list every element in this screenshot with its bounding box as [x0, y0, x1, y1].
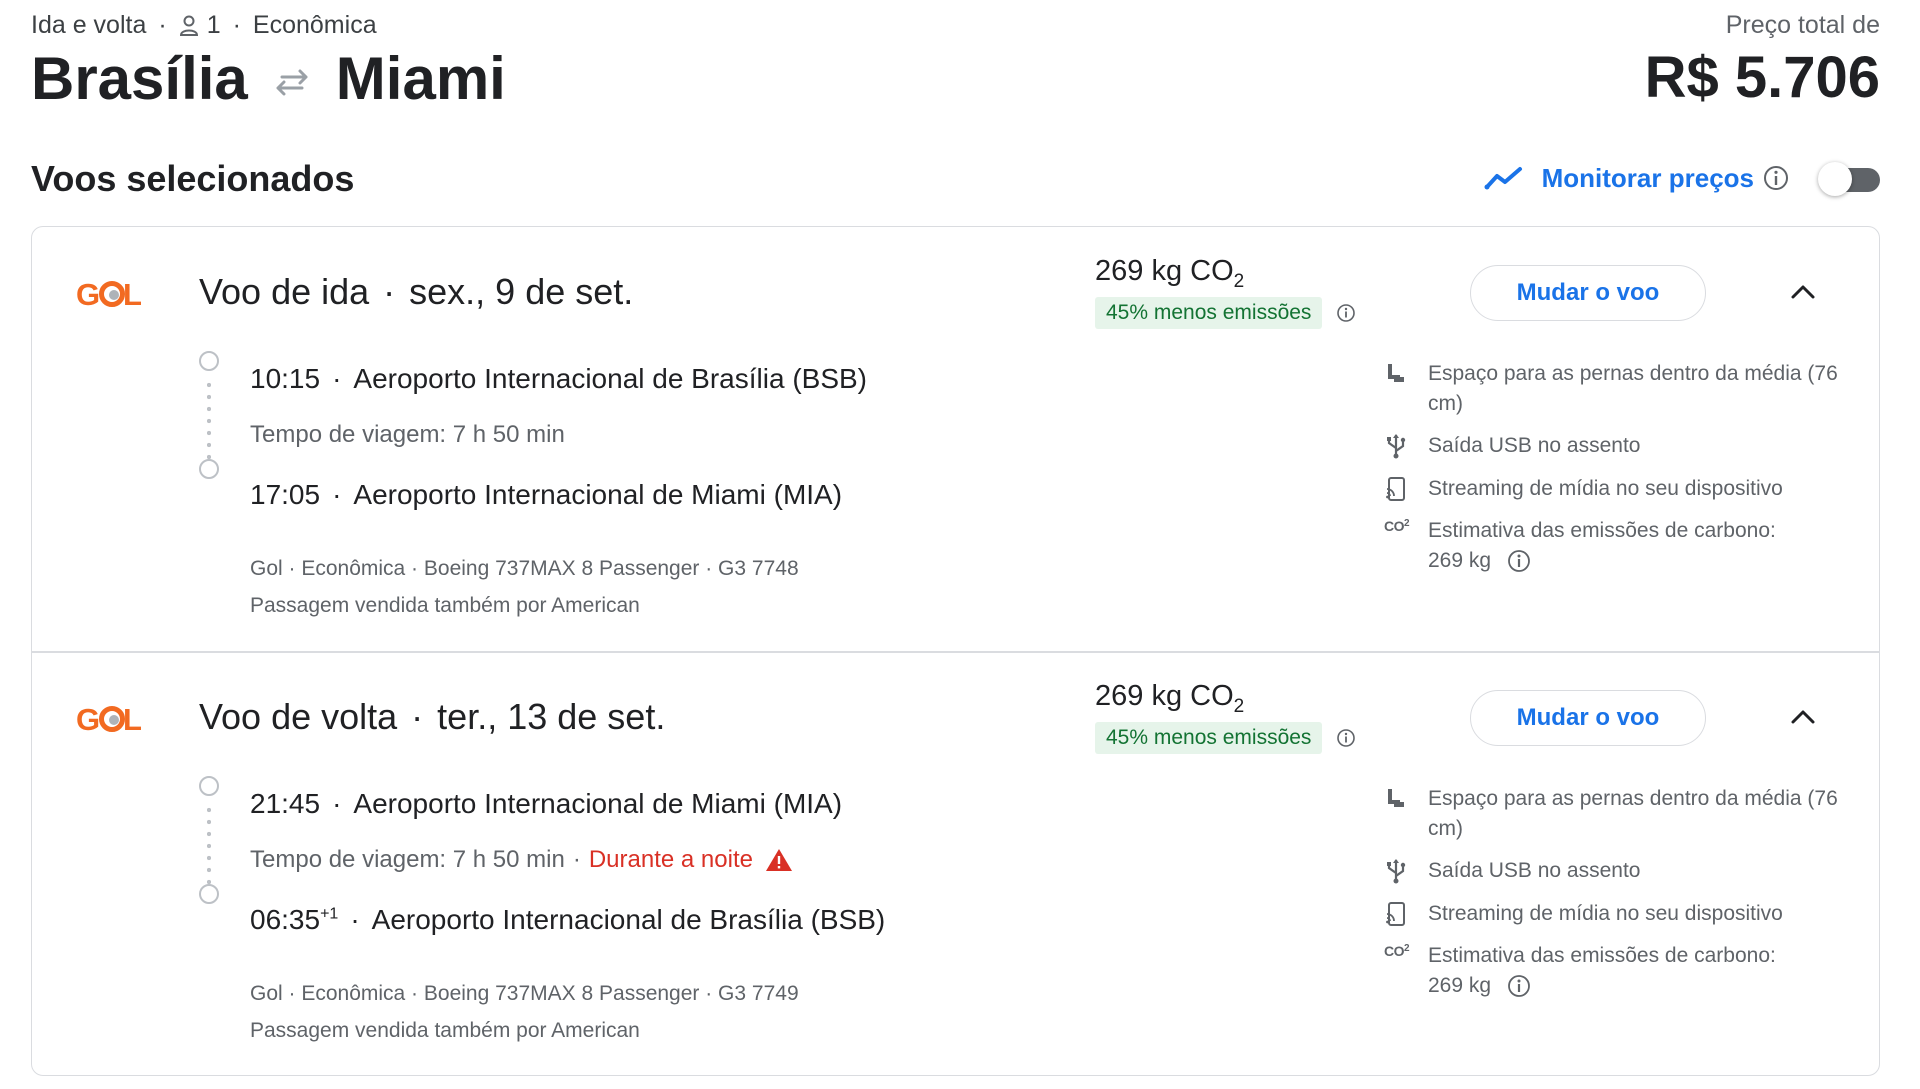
flight-title: Voo de ida · sex., 9 de set. — [199, 271, 634, 312]
usb-icon — [1384, 856, 1428, 886]
person-icon — [179, 15, 198, 36]
selected-flights-card: G L Voo de ida · sex., 9 de set. 269 kg CO… — [31, 226, 1880, 1076]
feature-usb: Saída USB no assento — [1384, 431, 1848, 461]
co2-icon: CO 2 — [1384, 943, 1410, 959]
info-icon[interactable] — [1762, 164, 1790, 192]
flight-details: Gol · Econômica · Boeing 737MAX 8 Passen… — [250, 557, 799, 580]
itinerary-timeline — [197, 776, 221, 904]
emissions-summary: 269 kg CO2 45% menos emissões — [1095, 255, 1356, 329]
toggle-knob — [1818, 162, 1852, 196]
selected-flights-title: Voos selecionados — [31, 158, 355, 199]
trip-type[interactable]: Ida e volta — [31, 11, 146, 40]
total-price-label: Preço total de — [1725, 11, 1880, 39]
warning-icon — [765, 848, 793, 872]
departure-airport: Aeroporto Internacional de Miami (MIA) — [353, 788, 843, 819]
streaming-icon — [1384, 474, 1428, 504]
change-flight-button[interactable]: Mudar o voo — [1470, 265, 1706, 321]
day-offset: +1 — [320, 905, 339, 923]
info-icon[interactable] — [1507, 974, 1531, 998]
separator-dot: · — [158, 11, 167, 39]
info-icon[interactable] — [1336, 303, 1356, 323]
arrival-time: 17:05 — [250, 479, 321, 510]
travel-time: Tempo de viagem: 7 h 50 min — [250, 421, 565, 448]
travel-time: Tempo de viagem: 7 h 50 min · Durante a … — [250, 846, 793, 874]
seat-icon — [1384, 784, 1428, 844]
departure-row: 10:15 · Aeroporto Internacional de Brasíli… — [250, 363, 868, 394]
feature-usb: Saída USB no assento — [1384, 856, 1848, 886]
info-icon[interactable] — [1336, 728, 1356, 748]
emissions-summary: 269 kg CO2 45% menos emissões — [1095, 680, 1356, 754]
departure-time: 10:15 — [250, 363, 321, 394]
gol-logo: G L — [76, 275, 142, 316]
monitor-prices-toggle[interactable] — [1818, 160, 1880, 196]
departure-dot — [199, 776, 219, 796]
co2-amount: 269 kg CO2 — [1095, 255, 1245, 292]
emissions-badge: 45% menos emissões — [1095, 296, 1323, 329]
svg-text:L: L — [123, 702, 142, 736]
cabin-class[interactable]: Econômica — [253, 11, 377, 40]
arrival-row: 17:05 · Aeroporto Internacional de Miami (… — [250, 479, 843, 510]
outbound-flight-segment: G L Voo de ida · sex., 9 de set. 269 kg CO… — [32, 227, 1879, 651]
arrival-airport: Aeroporto Internacional de Miami (MIA) — [353, 479, 843, 510]
feature-carbon: CO 2 Estimativa das emissões de carbono: … — [1384, 516, 1848, 576]
streaming-icon — [1384, 899, 1428, 929]
arrival-time: 06:35 — [250, 904, 321, 935]
departure-airport: Aeroporto Internacional de Brasília (BSB… — [353, 363, 868, 394]
overnight-warning: Durante a noite — [588, 846, 753, 873]
arrival-dot — [199, 884, 219, 904]
arrival-row: 06:35+1 · Aeroporto Internacional de Brasí… — [250, 904, 886, 935]
gol-logo: G L — [76, 700, 142, 741]
flight-date: sex., 9 de set. — [409, 271, 634, 312]
arrival-airport: Aeroporto Internacional de Brasília (BSB… — [371, 904, 886, 935]
flight-details: Gol · Econômica · Boeing 737MAX 8 Passen… — [250, 982, 799, 1005]
emissions-badge: 45% menos emissões — [1095, 721, 1323, 754]
seat-icon — [1384, 359, 1428, 419]
change-flight-button[interactable]: Mudar o voo — [1470, 690, 1706, 746]
feature-legroom: Espaço para as pernas dentro da média (7… — [1384, 784, 1848, 844]
flight-direction: Voo de volta — [199, 696, 398, 737]
swap-arrows-icon — [272, 68, 312, 96]
co2-amount: 269 kg CO2 — [1095, 680, 1245, 717]
chevron-up-icon[interactable] — [1789, 708, 1817, 726]
itinerary-timeline — [197, 351, 221, 479]
usb-icon — [1384, 431, 1428, 461]
return-flight-segment: G L Voo de volta · ter., 13 de set. 269 kg… — [32, 652, 1879, 1076]
destination-city: Miami — [335, 45, 506, 112]
separator-dot: · — [232, 11, 241, 39]
info-icon[interactable] — [1507, 549, 1531, 573]
timeline-dots — [207, 379, 211, 459]
flight-title: Voo de volta · ter., 13 de set. — [199, 696, 666, 737]
svg-text:L: L — [123, 277, 142, 311]
svg-text:G: G — [76, 277, 100, 311]
co2-icon: CO 2 — [1384, 518, 1410, 534]
flight-date: ter., 13 de set. — [437, 696, 666, 737]
sold-by: Passagem vendida também por American — [250, 1019, 640, 1042]
trip-summary: Ida e volta · 1 · Econômica — [31, 11, 377, 40]
price-tracking: Monitorar preços — [1484, 160, 1880, 196]
flight-direction: Voo de ida — [199, 271, 370, 312]
route-title: Brasília Miami — [31, 44, 506, 113]
trend-icon — [1484, 167, 1522, 190]
feature-streaming: Streaming de mídia no seu dispositivo — [1384, 474, 1848, 504]
feature-legroom: Espaço para as pernas dentro da média (7… — [1384, 359, 1848, 419]
passenger-count[interactable]: 1 — [207, 11, 221, 40]
departure-time: 21:45 — [250, 788, 321, 819]
origin-city: Brasília — [31, 45, 248, 112]
departure-dot — [199, 351, 219, 371]
timeline-dots — [207, 804, 211, 884]
svg-text:G: G — [76, 702, 100, 736]
chevron-up-icon[interactable] — [1789, 283, 1817, 301]
sold-by: Passagem vendida também por American — [250, 594, 640, 617]
arrival-dot — [199, 459, 219, 479]
departure-row: 21:45 · Aeroporto Internacional de Miami (… — [250, 788, 843, 819]
feature-carbon: CO 2 Estimativa das emissões de carbono: … — [1384, 941, 1848, 1001]
feature-streaming: Streaming de mídia no seu dispositivo — [1384, 899, 1848, 929]
monitor-prices-label[interactable]: Monitorar preços — [1542, 163, 1754, 194]
total-price: R$ 5.706 — [1644, 45, 1880, 110]
